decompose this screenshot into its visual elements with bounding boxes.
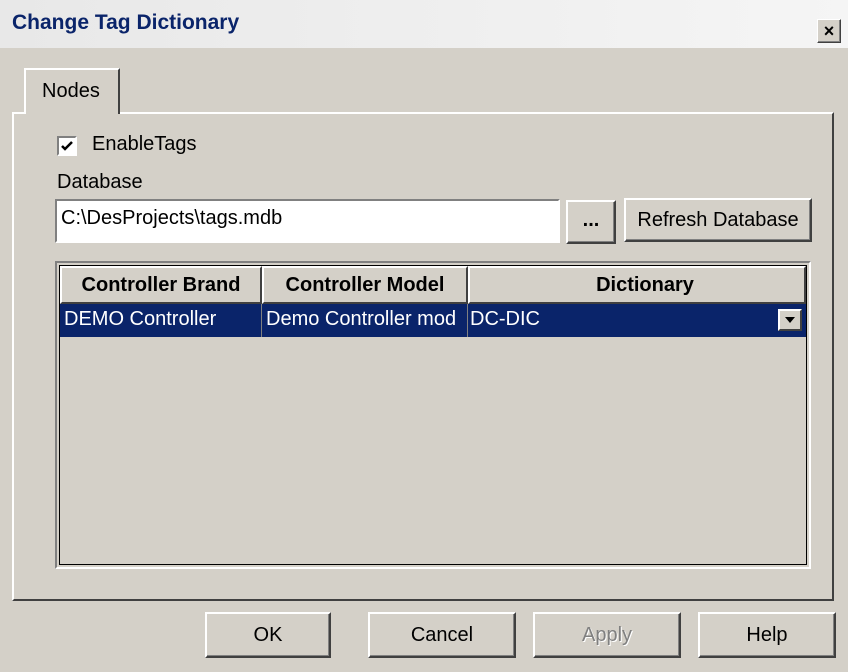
table-row[interactable]: DEMO Controller Demo Controller mod DC-D…: [60, 304, 806, 337]
apply-button[interactable]: Apply: [533, 612, 681, 658]
cancel-button[interactable]: Cancel: [368, 612, 516, 658]
window-title: Change Tag Dictionary: [12, 11, 240, 34]
checkmark-icon: [61, 141, 73, 151]
tab-nodes[interactable]: Nodes: [24, 68, 120, 114]
database-path-input[interactable]: C:\DesProjects\tags.mdb: [55, 199, 560, 243]
cell-controller-brand[interactable]: DEMO Controller: [60, 304, 262, 337]
chevron-down-icon: [785, 317, 795, 323]
enable-tags-checkbox[interactable]: [57, 136, 77, 156]
enable-tags-label[interactable]: EnableTags: [92, 133, 197, 156]
cell-dictionary[interactable]: DC-DIC: [468, 304, 806, 337]
browse-button[interactable]: ...: [566, 200, 616, 244]
grid-body: Controller Brand Controller Model Dictio…: [59, 265, 807, 565]
dictionary-dropdown-button[interactable]: [778, 309, 802, 331]
database-label: Database: [57, 171, 143, 193]
tab-nodes-label: Nodes: [42, 80, 100, 102]
ok-button[interactable]: OK: [205, 612, 331, 658]
cell-controller-model[interactable]: Demo Controller mod: [262, 304, 468, 337]
close-button[interactable]: ×: [817, 19, 841, 43]
controller-grid[interactable]: Controller Brand Controller Model Dictio…: [55, 261, 811, 569]
column-header-controller-model[interactable]: Controller Model: [262, 266, 468, 304]
title-bar: Change Tag Dictionary ×: [0, 0, 848, 48]
help-button[interactable]: Help: [698, 612, 836, 658]
column-header-dictionary[interactable]: Dictionary: [468, 266, 806, 304]
refresh-database-button[interactable]: Refresh Database: [624, 198, 812, 242]
dictionary-value: DC-DIC: [470, 308, 540, 330]
column-header-controller-brand[interactable]: Controller Brand: [60, 266, 262, 304]
